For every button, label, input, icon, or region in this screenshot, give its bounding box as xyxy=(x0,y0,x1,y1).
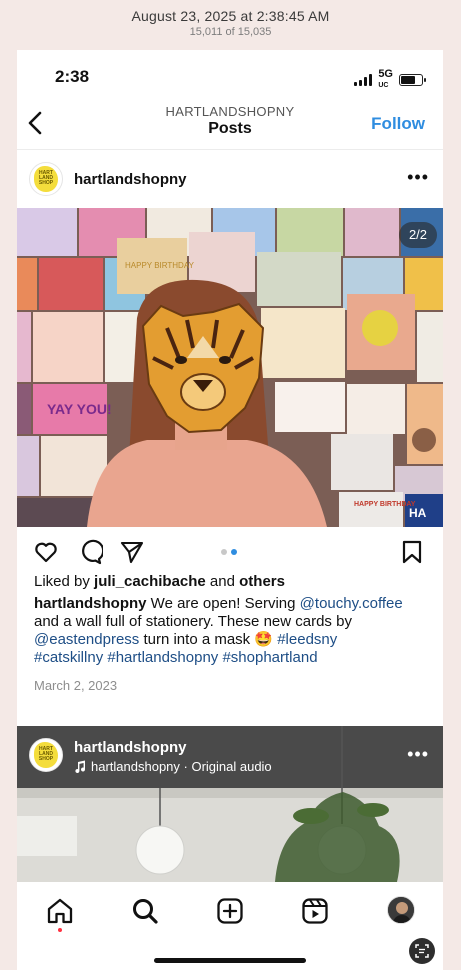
bookmark-icon[interactable] xyxy=(399,539,425,565)
music-note-icon xyxy=(75,760,86,773)
next-post-header: HART LAND SHOP hartlandshopny hartlandshop… xyxy=(17,726,443,786)
follow-button[interactable]: Follow xyxy=(371,114,425,134)
plus-square-icon[interactable] xyxy=(215,896,245,926)
post-caption-block: Liked by juli_cachibache and others hart… xyxy=(17,573,443,695)
next-post-username[interactable]: hartlandshopny xyxy=(74,739,187,756)
profile-avatar[interactable] xyxy=(387,896,415,924)
likes-line: Liked by juli_cachibache and others xyxy=(34,573,427,591)
post-header: HART LAND SHOP hartlandshopny ••• xyxy=(17,150,443,208)
avatar[interactable]: HART LAND SHOP xyxy=(29,738,63,772)
more-options-icon[interactable]: ••• xyxy=(407,167,429,188)
card-text-yay: YAY YOU! xyxy=(47,401,112,417)
post-photo-illustration: YAY YOU! HAPPY BIRTHDAY HAPPY BIRTHDAY H… xyxy=(17,208,443,527)
next-post-video[interactable]: HART LAND SHOP hartlandshopny hartlandshop… xyxy=(17,726,443,882)
liked-by-others[interactable]: others xyxy=(239,573,285,590)
phone-screenshot: 2:38 5G UC HARTLANDSHOPNY Posts Follow HA… xyxy=(17,50,443,970)
hashtag-shophartland[interactable]: #shophartland xyxy=(222,649,317,666)
caption-text-3: turn into a mask 🤩 xyxy=(139,631,278,648)
hashtag-hartlandshopny[interactable]: #hartlandshopny xyxy=(107,649,218,666)
send-icon[interactable] xyxy=(119,539,145,565)
carousel-page-badge: 2/2 xyxy=(399,222,437,248)
status-bar: 2:38 5G UC xyxy=(17,50,443,98)
more-options-icon[interactable]: ••• xyxy=(407,744,429,765)
live-text-icon[interactable] xyxy=(409,938,435,964)
likes-and: and xyxy=(205,573,240,590)
photo-viewer-header: August 23, 2025 at 2:38:45 AM 15,011 of … xyxy=(0,0,461,50)
caption-username[interactable]: hartlandshopny xyxy=(34,595,147,612)
search-icon[interactable] xyxy=(130,896,160,926)
card-text-birthday-2: HAPPY BIRTHDAY xyxy=(125,261,195,270)
post-username[interactable]: hartlandshopny xyxy=(74,171,187,188)
home-indicator xyxy=(154,958,306,963)
caption-text-2: and a wall full of stationery. These new… xyxy=(34,613,352,630)
hashtag-leedsny[interactable]: #leedsny xyxy=(277,631,337,648)
top-nav-bar: HARTLANDSHOPNY Posts Follow xyxy=(17,98,443,150)
shop-logo-icon: HART LAND SHOP xyxy=(34,166,58,192)
caption-text-1: We are open! Serving xyxy=(146,595,300,612)
post-photo[interactable]: YAY YOU! HAPPY BIRTHDAY HAPPY BIRTHDAY H… xyxy=(17,208,443,527)
heart-icon[interactable] xyxy=(33,539,59,565)
card-text-ha: HA xyxy=(409,506,427,520)
photo-date: August 23, 2025 at 2:38:45 AM xyxy=(131,8,330,24)
profile-photo xyxy=(388,897,414,923)
reels-icon[interactable] xyxy=(300,896,330,926)
liked-by-user[interactable]: juli_cachibache xyxy=(94,573,206,590)
carousel-dots xyxy=(221,549,237,555)
shop-logo-icon: HART LAND SHOP xyxy=(34,742,58,768)
status-time: 2:38 xyxy=(55,67,90,86)
post-date: March 2, 2023 xyxy=(34,678,118,693)
card-text-birthday-1: HAPPY BIRTHDAY xyxy=(354,501,416,508)
home-icon[interactable] xyxy=(45,896,75,926)
post-actions xyxy=(17,527,443,573)
network-label: 5G UC xyxy=(378,68,393,90)
avatar[interactable]: HART LAND SHOP xyxy=(29,162,63,196)
post-caption: hartlandshopny We are open! Serving @tou… xyxy=(34,595,427,667)
mention-touchy-coffee[interactable]: @touchy.coffee xyxy=(300,595,403,612)
likes-prefix: Liked by xyxy=(34,573,95,590)
notification-dot xyxy=(58,928,62,932)
comment-icon[interactable] xyxy=(77,539,103,565)
bottom-tab-bar xyxy=(17,882,443,970)
hashtag-catskillny[interactable]: #catskillny xyxy=(34,649,103,666)
status-indicators: 5G UC xyxy=(354,68,426,91)
audio-label: hartlandshopny · Original audio xyxy=(91,759,272,774)
battery-icon xyxy=(399,74,426,86)
cellular-signal-icon xyxy=(354,74,373,86)
mention-eastendpress[interactable]: @eastendpress xyxy=(34,631,139,648)
original-audio-link[interactable]: hartlandshopny · Original audio xyxy=(74,759,272,774)
photo-count: 15,011 of 15,035 xyxy=(189,26,272,38)
